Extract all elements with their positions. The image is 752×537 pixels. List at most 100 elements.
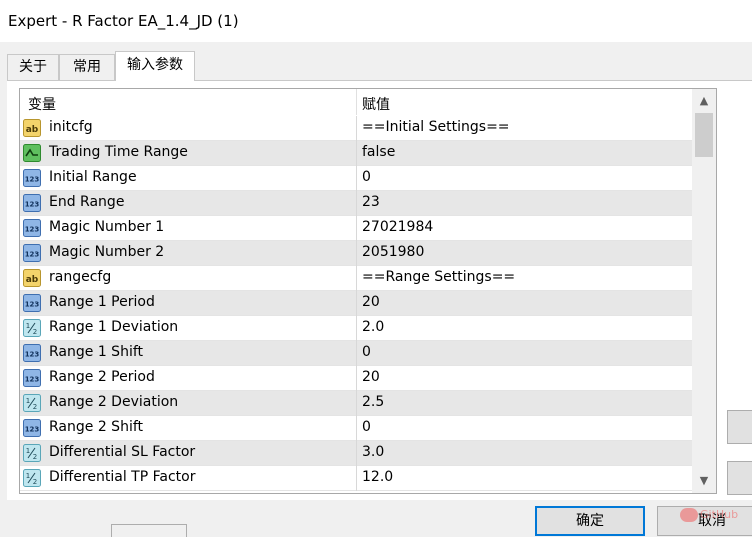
svg-text:1: 1 xyxy=(26,397,30,405)
cell-divider xyxy=(356,366,357,391)
parameter-value[interactable]: 20 xyxy=(362,294,380,310)
parameter-value[interactable]: 27021984 xyxy=(362,219,433,235)
parameter-row[interactable]: 123 Range 2 Period 20 xyxy=(20,366,692,391)
parameter-row[interactable]: 1 2 Range 1 Deviation 2.0 xyxy=(20,316,692,341)
parameter-value[interactable]: 0 xyxy=(362,344,371,360)
cell-divider xyxy=(356,291,357,316)
parameter-name: Range 2 Shift xyxy=(49,419,144,435)
parameter-value[interactable]: 20 xyxy=(362,369,380,385)
parameter-name: Trading Time Range xyxy=(49,144,188,160)
parameter-value[interactable]: 12.0 xyxy=(362,469,393,485)
cell-divider xyxy=(356,166,357,191)
svg-text:2: 2 xyxy=(33,478,37,486)
parameter-row[interactable]: ab initcfg ==Initial Settings== xyxy=(20,116,692,141)
cell-divider xyxy=(356,416,357,441)
cell-divider xyxy=(356,191,357,216)
svg-text:123: 123 xyxy=(25,376,40,384)
parameter-row[interactable]: Trading Time Range false xyxy=(20,141,692,166)
parameter-value[interactable]: 2.5 xyxy=(362,394,384,410)
parameter-name: Differential TP Factor xyxy=(49,469,196,485)
int-123-icon: 123 xyxy=(23,244,41,262)
parameter-row[interactable]: 123 End Range 23 xyxy=(20,191,692,216)
svg-text:2: 2 xyxy=(33,328,37,336)
parameter-row[interactable]: 123 Range 1 Period 20 xyxy=(20,291,692,316)
svg-text:2: 2 xyxy=(33,453,37,461)
side-button-lower[interactable] xyxy=(727,461,752,495)
cell-divider xyxy=(356,266,357,291)
grid-rows: ab initcfg ==Initial Settings== Trading Tim… xyxy=(20,116,692,493)
tab-input-parameters[interactable]: 输入参数 xyxy=(115,51,195,81)
tab-strip: 关于 常用 输入参数 xyxy=(7,51,752,81)
cell-divider xyxy=(356,216,357,241)
parameter-name: Range 1 Period xyxy=(49,294,155,310)
parameter-row[interactable]: ab rangecfg ==Range Settings== xyxy=(20,266,692,291)
double-half-icon: 12 xyxy=(23,319,41,337)
parameter-row[interactable]: 123 Initial Range 0 xyxy=(20,166,692,191)
window-title: Expert - R Factor EA_1.4_JD (1) xyxy=(8,12,239,30)
tab-about[interactable]: 关于 xyxy=(7,54,59,80)
parameter-row-partial[interactable]: 123 xyxy=(20,491,692,493)
parameter-value[interactable]: ==Range Settings== xyxy=(362,269,515,285)
parameter-name: Initial Range xyxy=(49,169,137,185)
cell-divider xyxy=(356,241,357,266)
parameter-row[interactable]: 123 Range 1 Shift 0 xyxy=(20,341,692,366)
parameter-row[interactable]: 1 2 Differential TP Factor 12.0 xyxy=(20,466,692,491)
watermark-logo-icon xyxy=(680,508,698,522)
svg-text:ab: ab xyxy=(26,125,39,135)
int-123-icon: 123 xyxy=(23,219,41,237)
ok-button[interactable]: 确定 xyxy=(535,506,645,536)
parameter-row[interactable]: 123 Magic Number 2 2051980 xyxy=(20,241,692,266)
parameter-value[interactable]: 3.0 xyxy=(362,444,384,460)
svg-text:123: 123 xyxy=(25,426,40,434)
svg-text:1: 1 xyxy=(26,472,30,480)
svg-text:123: 123 xyxy=(25,301,40,309)
scroll-thumb[interactable] xyxy=(695,113,713,157)
int-123-icon: 123 xyxy=(23,294,41,312)
partial-control[interactable] xyxy=(111,524,187,537)
column-divider[interactable] xyxy=(356,89,357,115)
parameter-value[interactable]: 2.0 xyxy=(362,319,384,335)
parameter-name: Differential SL Factor xyxy=(49,444,196,460)
double-half-icon: 12 xyxy=(23,469,41,487)
column-header-value[interactable]: 赋值 xyxy=(362,94,390,114)
parameter-name: Range 2 Deviation xyxy=(49,394,179,410)
svg-text:123: 123 xyxy=(25,226,40,234)
int-123-icon: 123 xyxy=(23,344,41,362)
parameter-name: rangecfg xyxy=(49,269,112,285)
column-header-variable[interactable]: 变量 xyxy=(28,94,56,114)
double-half-icon: 12 xyxy=(23,444,41,462)
parameter-row[interactable]: 123 Magic Number 1 27021984 xyxy=(20,216,692,241)
parameter-name: Magic Number 1 xyxy=(49,219,165,235)
cell-divider xyxy=(356,466,357,491)
parameter-value[interactable]: 0 xyxy=(362,169,371,185)
scroll-up-icon[interactable]: ▲ xyxy=(692,90,716,112)
int-123-icon: 123 xyxy=(23,369,41,387)
parameter-value[interactable]: 0 xyxy=(362,419,371,435)
bool-icon xyxy=(23,144,41,162)
cell-divider xyxy=(356,316,357,341)
vertical-scrollbar[interactable]: ▲ ▼ xyxy=(692,89,716,493)
svg-text:123: 123 xyxy=(25,251,40,259)
scroll-down-icon[interactable]: ▼ xyxy=(692,470,716,492)
parameter-name: Range 1 Shift xyxy=(49,344,144,360)
parameter-row[interactable]: 1 2 Differential SL Factor 3.0 xyxy=(20,441,692,466)
int-123-icon: 123 xyxy=(23,169,41,187)
parameter-value[interactable]: 23 xyxy=(362,194,380,210)
tab-common[interactable]: 常用 xyxy=(59,54,115,80)
parameter-value[interactable]: ==Initial Settings== xyxy=(362,119,510,135)
side-button-upper[interactable] xyxy=(727,410,752,444)
parameter-name: Magic Number 2 xyxy=(49,244,165,260)
svg-text:123: 123 xyxy=(25,176,40,184)
title-bar: Expert - R Factor EA_1.4_JD (1) xyxy=(0,0,752,42)
parameter-name: Range 1 Deviation xyxy=(49,319,179,335)
parameter-value[interactable]: false xyxy=(362,144,395,160)
svg-text:123: 123 xyxy=(25,201,40,209)
parameters-grid: 变量 赋值 ab initcfg ==Initial Settings== Tradi… xyxy=(19,88,717,494)
parameter-row[interactable]: 1 2 Range 2 Deviation 2.5 xyxy=(20,391,692,416)
parameter-value[interactable]: 2051980 xyxy=(362,244,424,260)
parameter-name: End Range xyxy=(49,194,125,210)
string-ab-icon: ab xyxy=(23,119,41,137)
parameter-row[interactable]: 123 Range 2 Shift 0 xyxy=(20,416,692,441)
cell-divider xyxy=(356,141,357,166)
cell-divider xyxy=(356,341,357,366)
